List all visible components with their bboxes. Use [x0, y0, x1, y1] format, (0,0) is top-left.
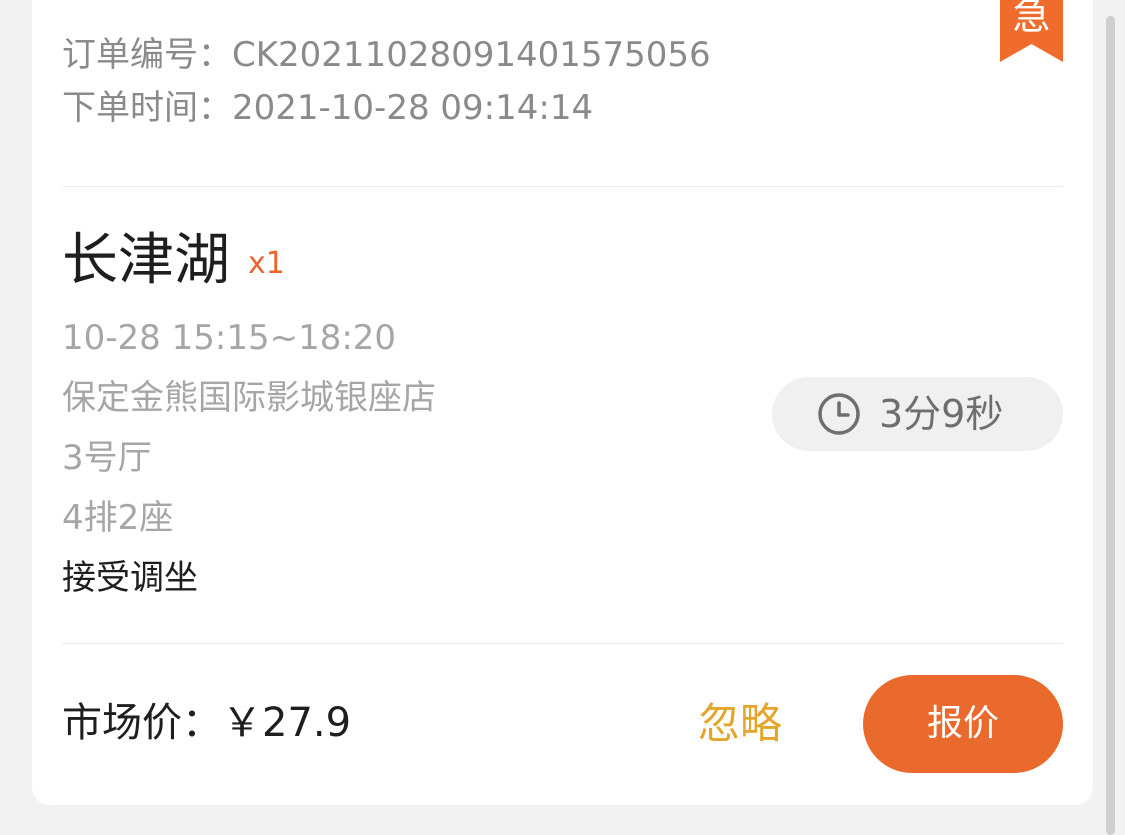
scrollbar[interactable]: [1106, 16, 1115, 835]
market-price-value: ￥27.9: [222, 700, 352, 746]
order-time-value: 2021-10-28 09:14:14: [232, 88, 594, 128]
divider: [62, 186, 1063, 187]
showtime: 10-28 15:15~18:20: [62, 318, 397, 358]
divider: [62, 643, 1063, 644]
order-time-label: 下单时间：: [62, 88, 232, 128]
seat-adjust-note: 接受调坐: [62, 558, 198, 598]
hall: 3号厅: [62, 438, 152, 478]
clock-icon: [818, 393, 860, 435]
order-number: 订单编号：CK20211028091401575056: [62, 35, 711, 75]
order-time: 下单时间：2021-10-28 09:14:14: [62, 88, 593, 128]
urgent-badge: 急: [1000, 0, 1063, 62]
countdown-text: 3分9秒: [879, 392, 1004, 436]
ticket-quantity: x1: [248, 246, 285, 281]
order-number-value: CK20211028091401575056: [232, 35, 711, 75]
quote-button[interactable]: 报价: [863, 675, 1063, 773]
countdown-timer: 3分9秒: [772, 377, 1063, 451]
urgent-badge-text: 急: [1012, 0, 1051, 38]
market-price-label: 市场价：: [62, 700, 222, 746]
seat: 4排2座: [62, 498, 174, 538]
ignore-button[interactable]: 忽略: [692, 696, 788, 752]
movie-title: 长津湖: [62, 228, 230, 293]
market-price: 市场价：￥27.9: [62, 698, 351, 748]
cinema-name: 保定金熊国际影城银座店: [62, 378, 436, 418]
order-number-label: 订单编号：: [62, 35, 232, 75]
